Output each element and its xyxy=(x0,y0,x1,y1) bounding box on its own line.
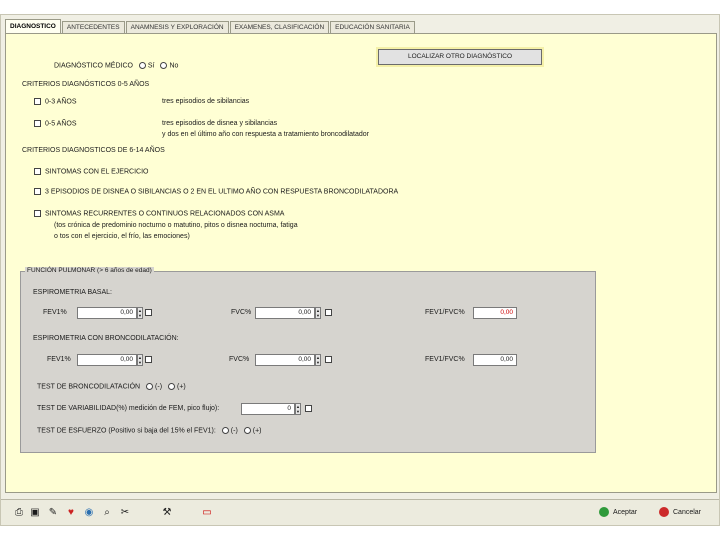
funcion-pulmonar-title: FUNCIÓN PULMONAR (> 6 años de edad) xyxy=(25,267,154,274)
criterio-0-5-row: 0-5 AÑOS xyxy=(34,120,77,127)
fev1-label: FEV1% xyxy=(43,309,67,316)
episodios-disnea-row: 3 EPISODIOS DE DISNEA O SIBILANCIAS O 2 … xyxy=(34,188,398,195)
diagnostico-si-label: Sí xyxy=(147,62,155,70)
print-icon[interactable]: ⎙ xyxy=(13,507,25,519)
test-var-spinner[interactable]: ▲ ▼ xyxy=(295,403,301,415)
fvc-field[interactable]: 0,00 xyxy=(255,307,315,319)
tab-antecedentes[interactable]: ANTECEDENTES xyxy=(61,21,125,33)
criterios-6-14-title: CRITERIOS DIAGNOSTICOS DE 6-14 AÑOS xyxy=(22,147,165,154)
fvc-bd-spinner[interactable]: ▲ ▼ xyxy=(315,354,321,366)
sintomas-ejercicio-row: SINTOMAS CON EL EJERCICIO xyxy=(34,168,148,175)
tab-educacion[interactable]: EDUCACIÓN SANITARIA xyxy=(330,21,415,33)
sintomas-ejercicio-checkbox[interactable] xyxy=(34,168,41,175)
funcion-pulmonar-group: FUNCIÓN PULMONAR (> 6 años de edad) ESPI… xyxy=(20,267,596,453)
image-icon[interactable]: ▣ xyxy=(29,507,41,519)
diagnostico-no-label: No xyxy=(169,62,179,70)
test-bd-neg-label: (-) xyxy=(155,383,163,391)
accept-button[interactable]: Aceptar xyxy=(599,506,637,520)
criterio-0-3-row: 0-3 AÑOS xyxy=(34,98,77,105)
diagnostico-medico-label: DIAGNÓSTICO MÉDICO xyxy=(54,62,133,70)
tab-strip: DIAGNOSTICO ANTECEDENTES ANAMNESIS Y EXP… xyxy=(5,19,416,33)
pen-icon[interactable]: ✎ xyxy=(47,507,59,519)
fev1-bd-label: FEV1% xyxy=(47,356,71,363)
sintomas-recurrentes-checkbox[interactable] xyxy=(34,210,41,217)
tab-anamnesis[interactable]: ANAMNESIS Y EXPLORACIÓN xyxy=(125,21,229,33)
criterio-0-3-checkbox[interactable] xyxy=(34,98,41,105)
ratio-bd-field[interactable]: 0,00 xyxy=(473,354,517,366)
test-var-label: TEST DE VARIABILIDAD(%) medición de FEM,… xyxy=(37,405,220,412)
sintomas-recurrentes-desc: (tos crónica de predominio nocturno o ma… xyxy=(54,222,298,229)
fvc-spinner[interactable]: ▲ ▼ xyxy=(315,307,321,319)
sintomas-ejercicio-label: SINTOMAS CON EL EJERCICIO xyxy=(45,168,149,176)
sintomas-recurrentes-label: SINTOMAS RECURRENTES O CONTINUOS RELACIO… xyxy=(45,210,285,218)
test-esf-pos-label: (+) xyxy=(252,427,262,435)
magnifier-icon[interactable]: ⌕ xyxy=(101,507,113,519)
check-icon xyxy=(599,507,609,518)
bottom-toolbar: ⎙ ▣ ✎ ♥ ◉ ⌕ ✂ ⚒ ▭ Aceptar Cancelar xyxy=(1,499,719,525)
fev1-checkbox[interactable] xyxy=(145,309,152,316)
test-esf-neg-radio[interactable] xyxy=(221,427,229,434)
criterio-0-5-checkbox[interactable] xyxy=(34,120,41,127)
ratio-label: FEV1/FVC% xyxy=(425,309,465,316)
app-window: DIAGNOSTICO ANTECEDENTES ANAMNESIS Y EXP… xyxy=(0,14,720,526)
cancel-label: Cancelar xyxy=(673,509,702,516)
test-var-field[interactable]: 0 xyxy=(241,403,295,415)
test-bd-neg-radio[interactable] xyxy=(146,383,154,390)
ratio-field[interactable]: 0,00 xyxy=(473,307,517,319)
test-esf-neg-label: (-) xyxy=(230,427,238,435)
fvc-checkbox[interactable] xyxy=(325,309,332,316)
espirometria-basal-label: ESPIROMETRIA BASAL: xyxy=(33,289,112,296)
sintomas-recurrentes-desc2: o tos con el ejercicio, el frío, las emo… xyxy=(54,233,190,240)
criterio-0-5-desc: tres episodios de disnea y sibilancias xyxy=(162,120,278,127)
sintomas-recurrentes-row: SINTOMAS RECURRENTES O CONTINUOS RELACIO… xyxy=(34,210,284,217)
criterio-0-5-label: 0-5 AÑOS xyxy=(45,120,77,128)
diagnostico-no-radio[interactable] xyxy=(160,62,168,69)
test-esf-pos-radio[interactable] xyxy=(243,427,251,434)
accept-label: Aceptar xyxy=(613,509,638,516)
fev1-bd-field[interactable]: 0,00 xyxy=(77,354,137,366)
test-esf-label: TEST DE ESFUERZO (Positivo si baja del 1… xyxy=(37,427,216,435)
criterio-0-3-label: 0-3 AÑOS xyxy=(45,98,77,106)
test-bd-pos-label: (+) xyxy=(176,383,186,391)
criterios-0-5-title: CRITERIOS DIAGNÓSTICOS 0-5 AÑOS xyxy=(22,81,150,88)
globe-icon[interactable]: ◉ xyxy=(83,507,95,519)
fev1-spinner[interactable]: ▲ ▼ xyxy=(137,307,143,319)
espirometria-bd-label: ESPIROMETRIA CON BRONCODILATACIÓN: xyxy=(33,335,179,342)
fvc-bd-checkbox[interactable] xyxy=(325,356,332,363)
tab-examenes[interactable]: EXAMENES, CLASIFICACIÓN xyxy=(229,21,330,33)
diagnostico-panel: LOCALIZAR OTRO DIAGNÓSTICO DIAGNÓSTICO M… xyxy=(5,33,717,493)
test-esf-row: TEST DE ESFUERZO (Positivo si baja del 1… xyxy=(37,427,261,434)
test-var-checkbox[interactable] xyxy=(305,405,312,412)
flag-icon[interactable]: ▭ xyxy=(199,507,215,519)
criterio-0-5-desc2: y dos en el último año con respuesta a t… xyxy=(162,131,370,138)
test-bd-pos-radio[interactable] xyxy=(167,383,175,390)
cancel-button[interactable]: Cancelar xyxy=(659,506,701,520)
localizar-diagnostico-button[interactable]: LOCALIZAR OTRO DIAGNÓSTICO xyxy=(378,49,542,65)
criterio-0-3-desc: tres episodios de sibilancias xyxy=(162,98,250,105)
scissors-icon[interactable]: ✂ xyxy=(119,507,131,519)
fev1-bd-checkbox[interactable] xyxy=(145,356,152,363)
test-bd-row: TEST DE BRONCODILATACIÓN (-) (+) xyxy=(37,383,186,390)
diagnostico-medico-row: DIAGNÓSTICO MÉDICO Sí No xyxy=(54,62,178,69)
fvc-bd-field[interactable]: 0,00 xyxy=(255,354,315,366)
fev1-field[interactable]: 0,00 xyxy=(77,307,137,319)
episodios-disnea-label: 3 EPISODIOS DE DISNEA O SIBILANCIAS O 2 … xyxy=(45,188,399,196)
fvc-label: FVC% xyxy=(231,309,252,316)
episodios-disnea-checkbox[interactable] xyxy=(34,188,41,195)
ratio-bd-label: FEV1/FVC% xyxy=(425,356,465,363)
heart-icon[interactable]: ♥ xyxy=(65,507,77,519)
tab-diagnostico[interactable]: DIAGNOSTICO xyxy=(5,19,61,33)
tools-icon[interactable]: ⚒ xyxy=(161,507,173,519)
fev1-bd-spinner[interactable]: ▲ ▼ xyxy=(137,354,143,366)
fvc-bd-label: FVC% xyxy=(229,356,250,363)
cancel-icon xyxy=(659,507,669,518)
test-bd-label: TEST DE BRONCODILATACIÓN xyxy=(37,383,141,391)
diagnostico-si-radio[interactable] xyxy=(138,62,146,69)
